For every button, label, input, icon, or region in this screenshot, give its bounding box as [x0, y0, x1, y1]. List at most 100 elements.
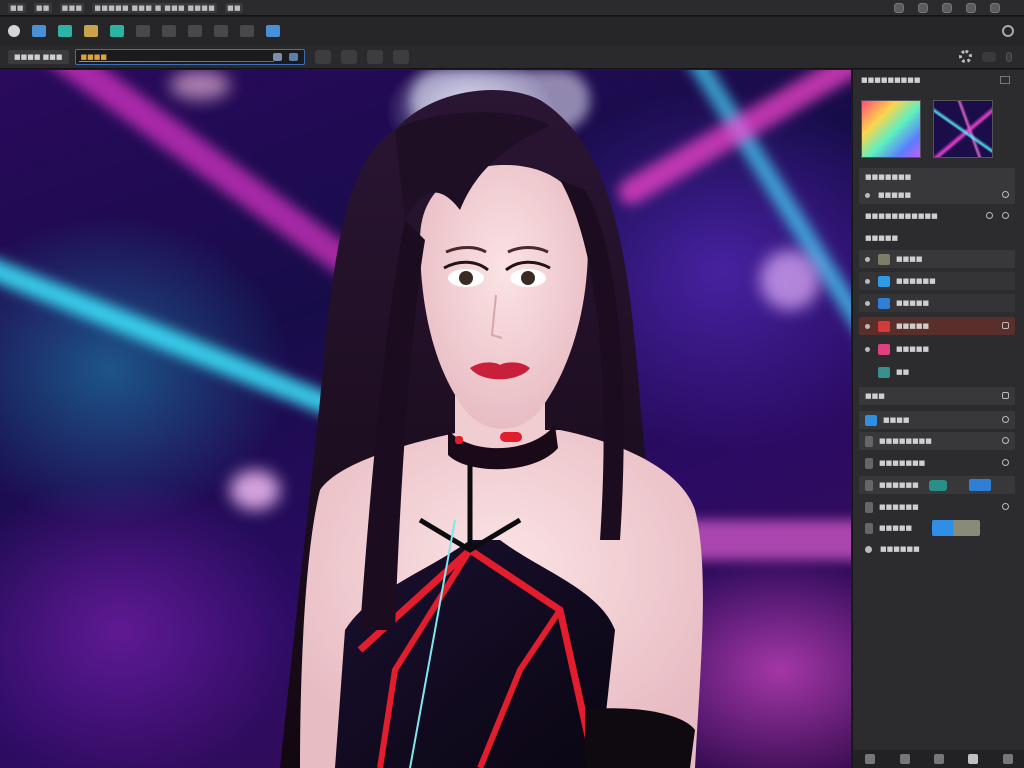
- row-label: ■■■■■: [896, 299, 930, 307]
- layer-row[interactable]: ■■: [859, 363, 1015, 381]
- panel-toggle-icon[interactable]: [982, 51, 996, 62]
- layer-thumb: [878, 366, 890, 378]
- move-tool-icon[interactable]: [8, 25, 20, 37]
- brush-tool-icon[interactable]: [84, 25, 98, 37]
- eye-icon[interactable]: [865, 278, 870, 284]
- help-icon[interactable]: [966, 3, 976, 13]
- neon-thumbnail[interactable]: [933, 100, 993, 158]
- blend-pill[interactable]: [928, 479, 947, 491]
- toggle-icon: [865, 457, 873, 469]
- filter-tool-icon[interactable]: [240, 25, 254, 37]
- menu-bar: ■■ ■■ ■■■ ■■■■■ ■■■ ■ ■■■ ■■■■ ■■: [0, 0, 1024, 16]
- shield-icon[interactable]: [894, 3, 904, 13]
- eye-icon[interactable]: [865, 370, 870, 375]
- layers-tool-icon[interactable]: [188, 25, 202, 37]
- row-label: ■■■■■: [878, 191, 912, 199]
- layer-thumb: [878, 320, 890, 332]
- link-icon[interactable]: [272, 52, 282, 61]
- eye-icon[interactable]: [865, 346, 870, 352]
- options-icon[interactable]: [1002, 416, 1009, 423]
- row-label: ■■■■■■: [880, 545, 920, 553]
- options-icon[interactable]: [1002, 191, 1009, 198]
- lock-icon[interactable]: [288, 52, 298, 61]
- row-label: ■■■■■: [896, 345, 930, 353]
- options-icon[interactable]: [1002, 437, 1009, 444]
- options-field[interactable]: ■■■■: [74, 48, 305, 65]
- menu-item-2[interactable]: ■■: [33, 2, 52, 13]
- layer-thumb: [878, 275, 890, 287]
- panel-row[interactable]: ■■■: [859, 387, 1015, 405]
- row-label: ■■■■■■■: [865, 173, 912, 181]
- menu-item-4[interactable]: ■■■■■ ■■■ ■ ■■■ ■■■■: [92, 2, 218, 13]
- option-button-4[interactable]: [392, 49, 409, 64]
- panel-row[interactable]: ■■■■■■■: [859, 168, 1015, 186]
- mask-tool-icon[interactable]: [214, 25, 228, 37]
- panel-row[interactable]: ■■■■■■: [859, 540, 1015, 558]
- mask-icon[interactable]: [968, 754, 979, 764]
- options-icon[interactable]: [1002, 503, 1009, 510]
- panel-row[interactable]: ■■■■■■: [859, 498, 1015, 516]
- menu-item-5[interactable]: ■■: [225, 2, 243, 13]
- row-label: ■■■■: [883, 416, 910, 424]
- options-bar: ■■■■ ■■■ ■■■■: [0, 45, 1024, 69]
- cloud-icon[interactable]: [918, 3, 928, 13]
- toggle-icon: [865, 479, 873, 491]
- eye-icon[interactable]: [865, 323, 870, 329]
- link-icon[interactable]: [986, 212, 993, 219]
- settings-icon[interactable]: [990, 3, 1000, 13]
- row-label: ■■■■■■: [896, 277, 936, 285]
- eye-icon[interactable]: [865, 192, 870, 198]
- value-slider[interactable]: [932, 520, 981, 536]
- option-button-3[interactable]: [366, 49, 383, 64]
- panel-row[interactable]: ■■■■■: [859, 229, 1015, 247]
- shape-tool-icon[interactable]: [162, 25, 176, 37]
- row-label: ■■■■■■■■■■■: [865, 212, 938, 220]
- options-icon[interactable]: [1002, 392, 1009, 399]
- panel-row[interactable]: ■■■■■: [859, 186, 1015, 204]
- adjust-tool-icon[interactable]: [266, 25, 280, 37]
- more-icon[interactable]: [1006, 51, 1012, 62]
- layer-mask-icon[interactable]: [1002, 322, 1009, 329]
- panel-row[interactable]: ■■■■■■■■■■■: [859, 207, 1015, 225]
- panel-row[interactable]: ■■■■■■■■: [859, 432, 1015, 450]
- image-canvas[interactable]: [0, 70, 851, 768]
- select-tool-icon[interactable]: [32, 25, 46, 37]
- layer-row[interactable]: ■■■■■: [859, 340, 1015, 358]
- eye-icon[interactable]: [865, 256, 870, 262]
- adjust-icon: [865, 414, 877, 426]
- panel-row[interactable]: ■■■■: [859, 411, 1015, 429]
- gradient-thumbnail[interactable]: [861, 100, 921, 158]
- toggle-icon: [865, 522, 873, 534]
- panel-row[interactable]: ■■■■■■: [859, 476, 1015, 494]
- globe-icon[interactable]: [899, 754, 910, 764]
- options-icon[interactable]: [1002, 459, 1009, 466]
- settings-icon[interactable]: [865, 754, 876, 764]
- layer-row[interactable]: ■■■■■: [859, 294, 1015, 312]
- fx-icon[interactable]: [933, 754, 944, 764]
- row-label: ■■■■: [896, 255, 923, 263]
- text-tool-icon[interactable]: [136, 25, 150, 37]
- panel-row[interactable]: ■■■■■■■: [859, 454, 1015, 472]
- workspace-icon[interactable]: [1002, 25, 1014, 37]
- menu-item-1[interactable]: ■■: [8, 2, 26, 13]
- menu-item-3[interactable]: ■■■: [59, 2, 85, 13]
- panel-row[interactable]: ■■■■■: [859, 519, 1015, 537]
- value-box[interactable]: [968, 479, 991, 491]
- option-button-2[interactable]: [340, 49, 357, 64]
- option-button-1[interactable]: [314, 49, 331, 64]
- eye-icon[interactable]: [865, 300, 870, 306]
- layer-row[interactable]: ■■■■: [859, 250, 1015, 268]
- options-icon[interactable]: [1002, 212, 1009, 219]
- crop-tool-icon[interactable]: [58, 25, 72, 37]
- options-right: [959, 50, 1012, 63]
- layer-row-selected[interactable]: ■■■■■: [859, 317, 1015, 335]
- layer-row[interactable]: ■■■■■■: [859, 272, 1015, 290]
- gear-icon[interactable]: [959, 50, 972, 63]
- panel-collapse-icon[interactable]: [1000, 76, 1010, 84]
- toggle-icon: [865, 501, 873, 513]
- clone-tool-icon[interactable]: [110, 25, 124, 37]
- delete-icon[interactable]: [1002, 754, 1013, 764]
- options-field-value: ■■■■: [80, 52, 107, 61]
- circle-icon[interactable]: [865, 545, 872, 553]
- globe-icon[interactable]: [942, 3, 952, 13]
